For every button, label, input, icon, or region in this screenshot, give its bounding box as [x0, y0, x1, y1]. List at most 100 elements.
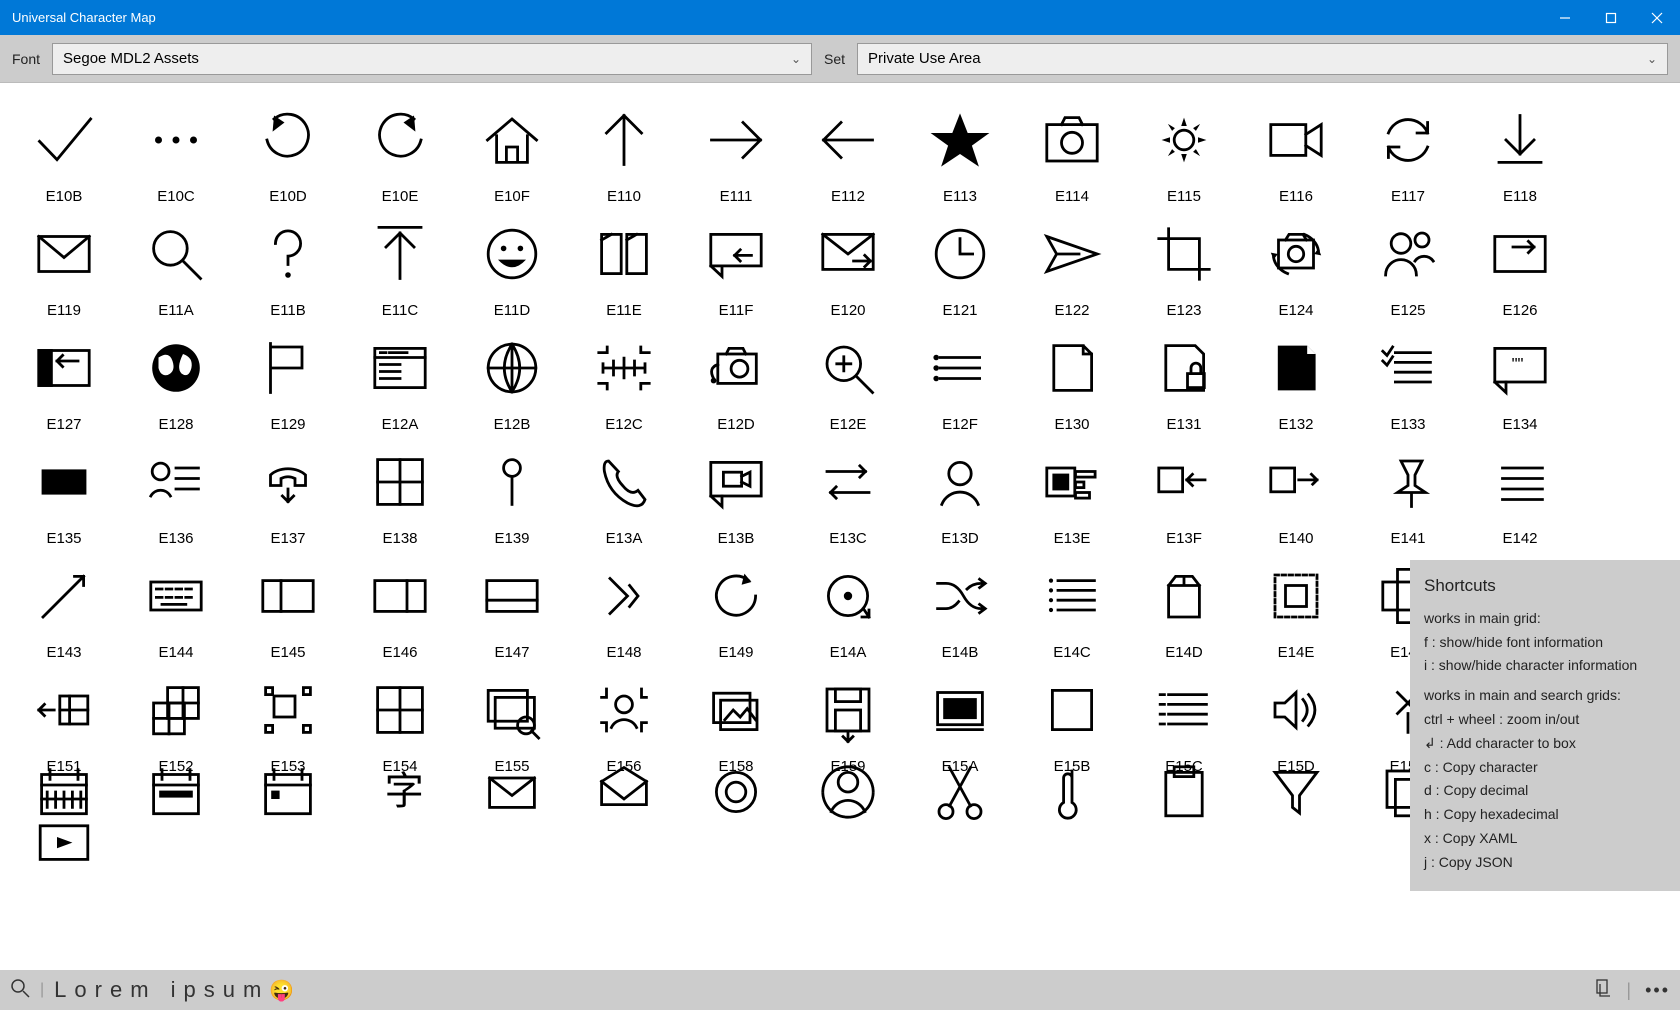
glyph-cell[interactable]: E119: [8, 207, 120, 321]
glyph-cell[interactable]: E147: [456, 549, 568, 663]
glyph-cell[interactable]: E111: [680, 93, 792, 207]
glyph-cell[interactable]: E11D: [456, 207, 568, 321]
glyph-cell[interactable]: E13B: [680, 435, 792, 549]
glyph-cell[interactable]: E13D: [904, 435, 1016, 549]
character-box-text[interactable]: Lorem ipsum😜: [54, 977, 294, 1003]
glyph-cell[interactable]: E142: [1464, 435, 1576, 549]
glyph-cell[interactable]: E113: [904, 93, 1016, 207]
glyph-cell[interactable]: E115: [1128, 93, 1240, 207]
glyph-cell[interactable]: E110: [568, 93, 680, 207]
glyph-cell[interactable]: E11A: [120, 207, 232, 321]
glyph-cell[interactable]: E11E: [568, 207, 680, 321]
glyph-cell[interactable]: E138: [344, 435, 456, 549]
glyph-cell[interactable]: E12D: [680, 321, 792, 435]
glyph-cell[interactable]: ""E134: [1464, 321, 1576, 435]
glyph-cell[interactable]: E117: [1352, 93, 1464, 207]
glyph-cell[interactable]: E125: [1352, 207, 1464, 321]
glyph-cell[interactable]: E13A: [568, 435, 680, 549]
font-select[interactable]: Segoe MDL2 Assets ⌄: [52, 43, 812, 75]
glyph-cell[interactable]: E11C: [344, 207, 456, 321]
glyph-cell[interactable]: E129: [232, 321, 344, 435]
glyph-cell[interactable]: E10B: [8, 93, 120, 207]
glyph-cell[interactable]: [456, 777, 568, 829]
glyph-cell[interactable]: E10D: [232, 93, 344, 207]
glyph-cell[interactable]: E10E: [344, 93, 456, 207]
glyph-cell[interactable]: E14D: [1128, 549, 1240, 663]
glyph-cell[interactable]: E141: [1352, 435, 1464, 549]
glyph-cell[interactable]: E126: [1464, 207, 1576, 321]
glyph-code: E126: [1502, 302, 1537, 319]
glyph-cell[interactable]: E128: [120, 321, 232, 435]
glyph-cell[interactable]: [680, 777, 792, 829]
glyph-cell[interactable]: E122: [1016, 207, 1128, 321]
glyph-cell[interactable]: E14B: [904, 549, 1016, 663]
glyph-cell[interactable]: E127: [8, 321, 120, 435]
glyph-cell[interactable]: [8, 829, 120, 881]
character-icon: 字: [365, 757, 435, 827]
set-select[interactable]: Private Use Area ⌄: [857, 43, 1668, 75]
glyph-cell[interactable]: E12C: [568, 321, 680, 435]
search-icon[interactable]: [10, 978, 30, 1003]
glyph-cell[interactable]: E135: [8, 435, 120, 549]
glyph-cell[interactable]: E12B: [456, 321, 568, 435]
glyph-cell[interactable]: E12F: [904, 321, 1016, 435]
glyph-cell[interactable]: [120, 777, 232, 829]
glyph-cell[interactable]: [1240, 777, 1352, 829]
glyph-cell[interactable]: E148: [568, 549, 680, 663]
glyph-cell[interactable]: [568, 777, 680, 829]
close-button[interactable]: [1634, 0, 1680, 35]
glyph-cell[interactable]: E116: [1240, 93, 1352, 207]
more-icon[interactable]: •••: [1645, 980, 1670, 1001]
glyph-cell[interactable]: E145: [232, 549, 344, 663]
glyph-cell[interactable]: E11F: [680, 207, 792, 321]
glyph-code: E111: [720, 188, 753, 205]
glyph-cell[interactable]: E114: [1016, 93, 1128, 207]
glyph-cell[interactable]: E146: [344, 549, 456, 663]
glyph-cell[interactable]: E143: [8, 549, 120, 663]
volume-icon: [1261, 663, 1331, 756]
copy-icon[interactable]: [1594, 979, 1612, 1002]
calendar-icon: [253, 757, 323, 827]
glyph-cell[interactable]: E123: [1128, 207, 1240, 321]
glyph-cell[interactable]: E12A: [344, 321, 456, 435]
glyph-cell[interactable]: E124: [1240, 207, 1352, 321]
glyph-cell[interactable]: E13E: [1016, 435, 1128, 549]
glyph-cell[interactable]: E132: [1240, 321, 1352, 435]
glyph-cell[interactable]: E120: [792, 207, 904, 321]
glyph-cell[interactable]: E118: [1464, 93, 1576, 207]
glyph-cell[interactable]: [1016, 777, 1128, 829]
glyph-cell[interactable]: [1128, 777, 1240, 829]
glyph-cell[interactable]: [904, 777, 1016, 829]
glyph-cell[interactable]: E12E: [792, 321, 904, 435]
glyph-cell[interactable]: E14C: [1016, 549, 1128, 663]
glyph-cell[interactable]: E14E: [1240, 549, 1352, 663]
glyph-cell[interactable]: E10C: [120, 93, 232, 207]
glyph-cell[interactable]: E131: [1128, 321, 1240, 435]
glyph-cell[interactable]: E121: [904, 207, 1016, 321]
title-bar: Universal Character Map: [0, 0, 1680, 35]
glyph-cell[interactable]: [232, 777, 344, 829]
glyph-cell[interactable]: E10F: [456, 93, 568, 207]
glyph-cell[interactable]: E130: [1016, 321, 1128, 435]
glyph-cell[interactable]: E149: [680, 549, 792, 663]
glyph-cell[interactable]: E139: [456, 435, 568, 549]
glyph-cell[interactable]: [792, 777, 904, 829]
maximize-button[interactable]: [1588, 0, 1634, 35]
glyph-cell[interactable]: E133: [1352, 321, 1464, 435]
glyph-cell[interactable]: 字: [344, 777, 456, 829]
glyph-cell[interactable]: E13F: [1128, 435, 1240, 549]
glyph-cell[interactable]: E13C: [792, 435, 904, 549]
mail-reply-all-icon: [477, 757, 547, 827]
glyph-code: E136: [158, 530, 193, 547]
glyph-cell[interactable]: E144: [120, 549, 232, 663]
glyph-cell[interactable]: E137: [232, 435, 344, 549]
shortcut-line: ctrl + wheel : zoom in/out: [1424, 708, 1666, 732]
glyph-cell[interactable]: E140: [1240, 435, 1352, 549]
minimize-button[interactable]: [1542, 0, 1588, 35]
favorite-star-icon: [925, 93, 995, 186]
glyph-cell[interactable]: E11B: [232, 207, 344, 321]
glyph-cell[interactable]: E136: [120, 435, 232, 549]
flag-icon: [253, 321, 323, 414]
glyph-cell[interactable]: E112: [792, 93, 904, 207]
glyph-cell[interactable]: E14A: [792, 549, 904, 663]
